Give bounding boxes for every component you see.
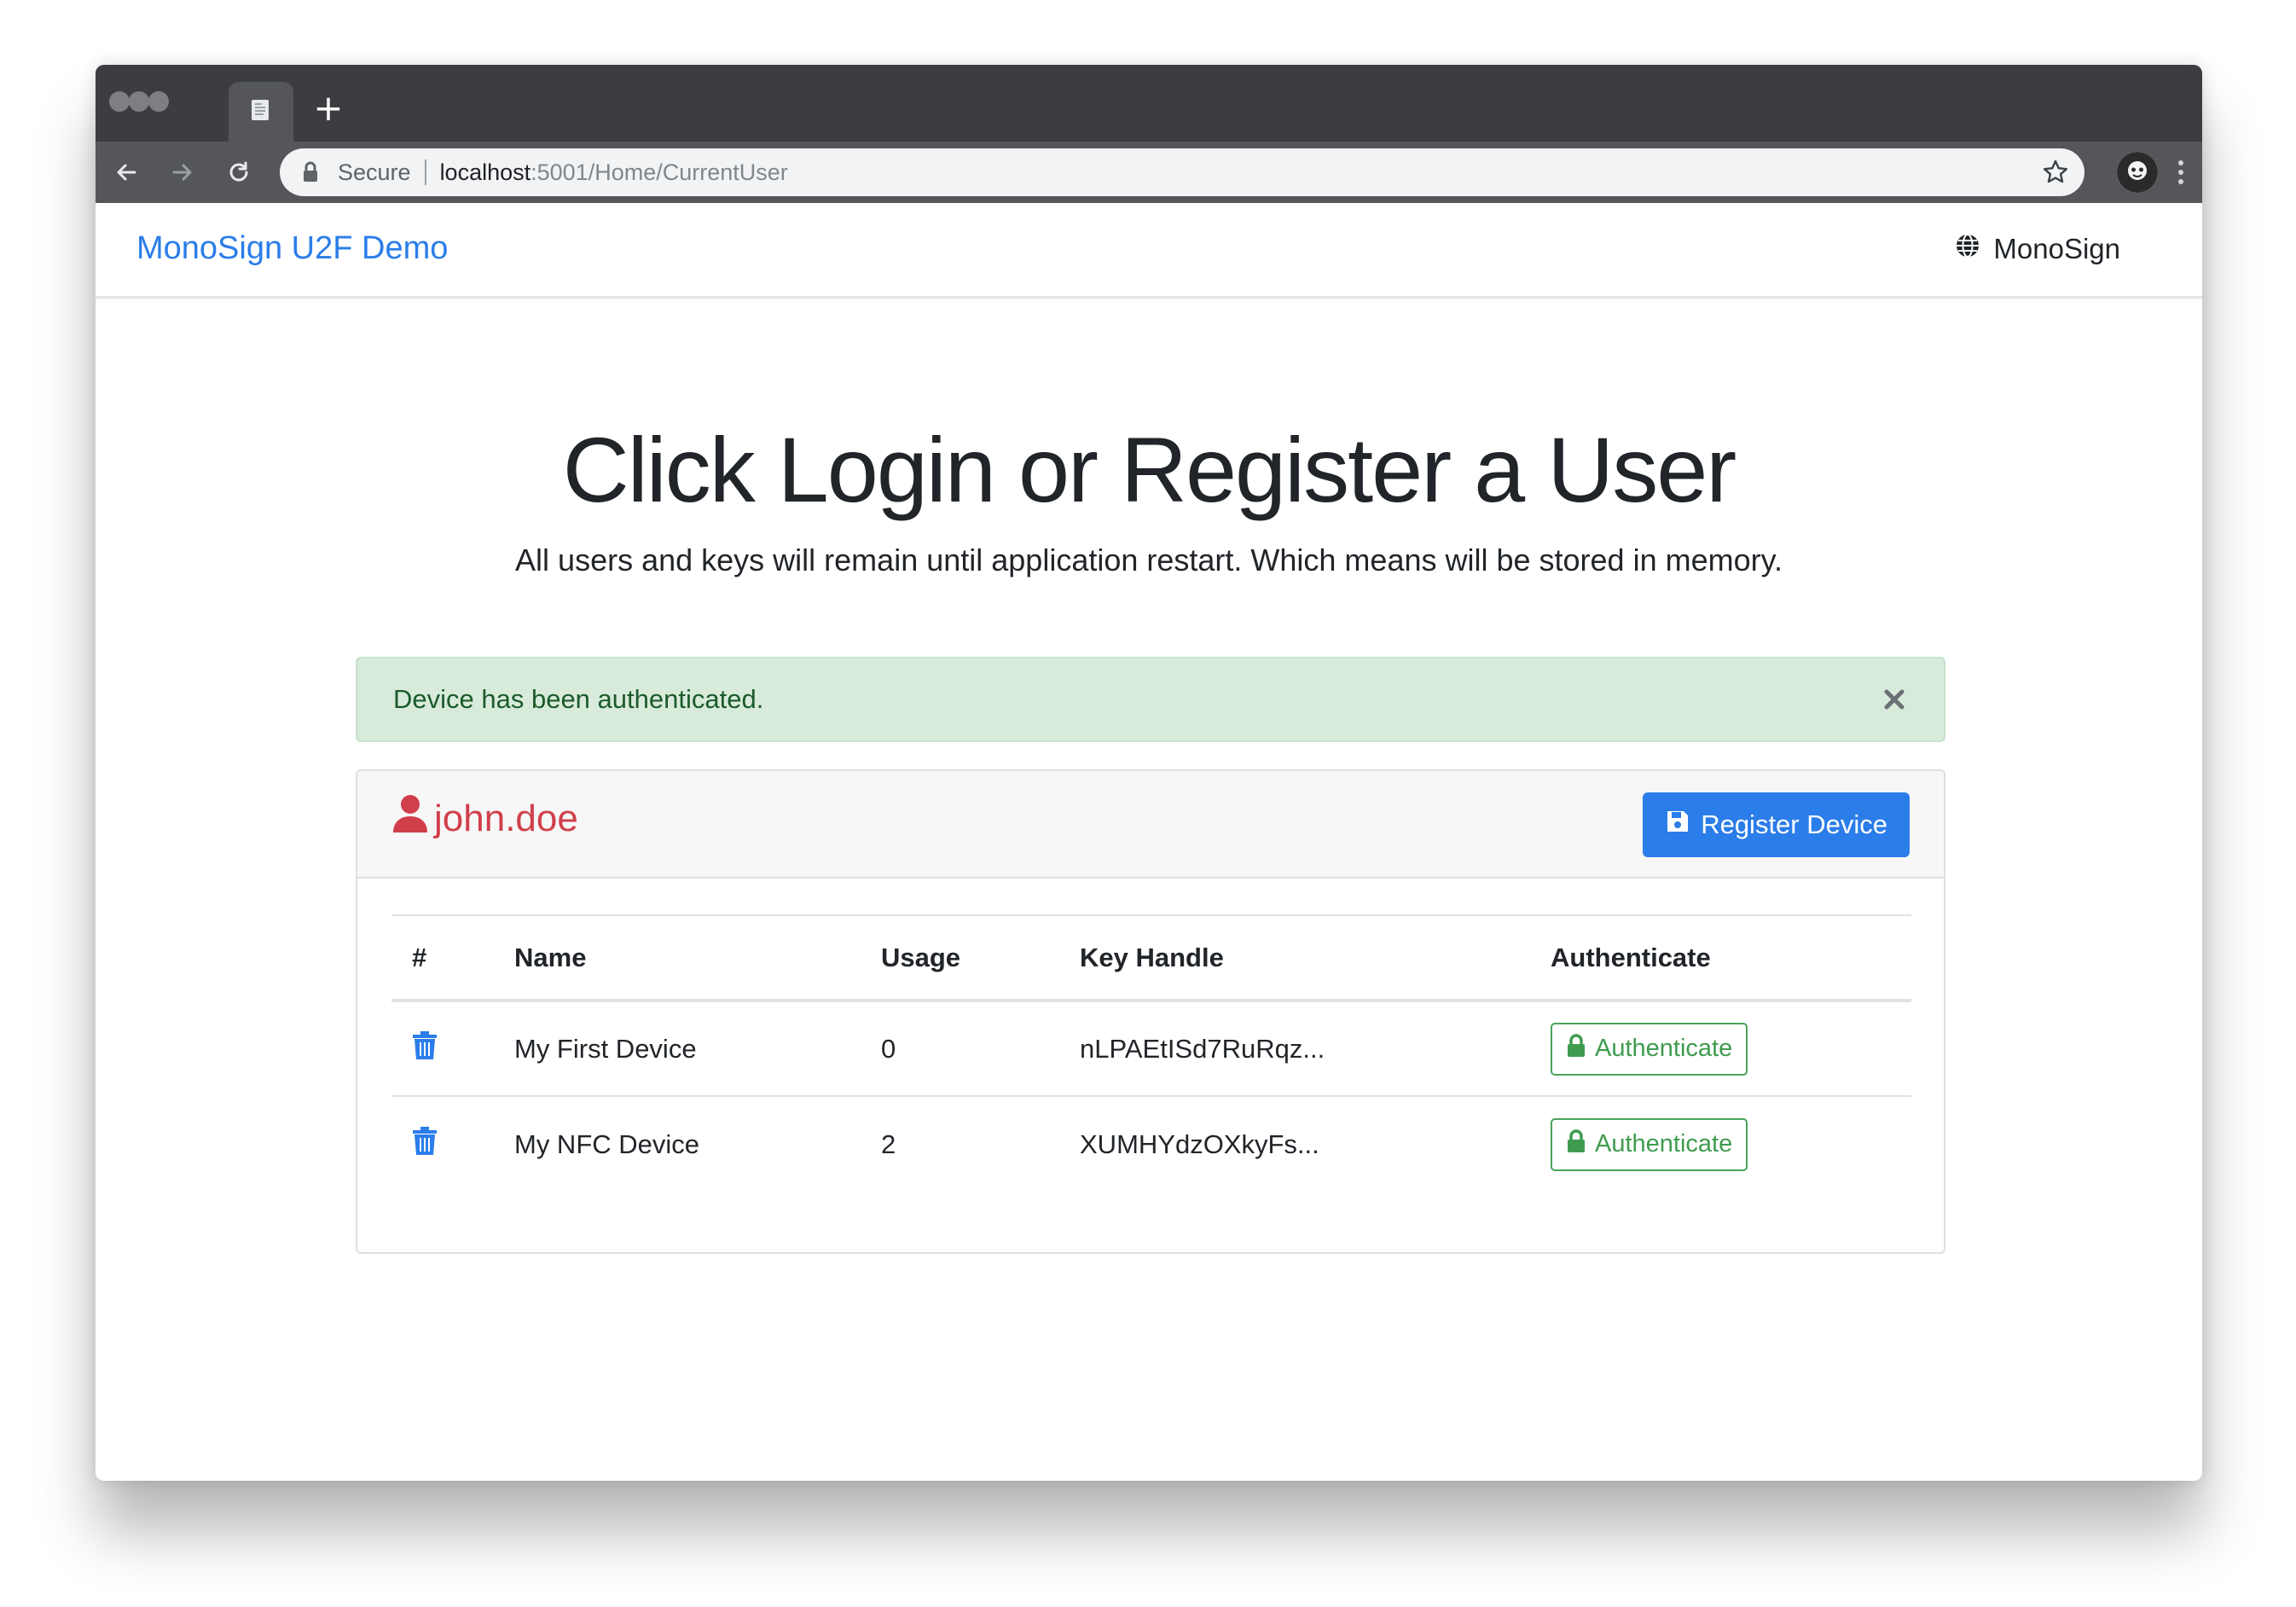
- secure-label: Secure: [338, 159, 411, 185]
- web-page: MonoSign U2F Demo MonoSign Click Login o…: [96, 203, 2202, 1481]
- authenticate-label: Authenticate: [1595, 1130, 1733, 1157]
- lock-icon: [1566, 1033, 1586, 1065]
- trash-icon[interactable]: [412, 1126, 439, 1157]
- lock-icon: [302, 160, 321, 184]
- reload-icon: [229, 161, 248, 182]
- save-icon: [1665, 809, 1690, 841]
- forward-button[interactable]: [164, 154, 201, 191]
- page-subtitle: All users and keys will remain until app…: [515, 542, 1783, 577]
- browser-tab[interactable]: [229, 82, 293, 142]
- header-usage: Usage: [881, 914, 1080, 1002]
- plus-icon: +: [313, 87, 344, 129]
- user-card: john.doe Register Device # Name Usage Ke…: [356, 769, 1945, 1254]
- device-key-handle: nLPAEtISd7RuRqz...: [1080, 1001, 1551, 1097]
- row-auth-cell: Authenticate: [1551, 1096, 1911, 1192]
- authenticate-label: Authenticate: [1595, 1035, 1733, 1062]
- maximize-window-button[interactable]: [148, 91, 169, 112]
- address-bar[interactable]: Secure localhost:5001/Home/CurrentUser: [280, 148, 2084, 196]
- register-device-button[interactable]: Register Device: [1643, 792, 1910, 857]
- card-header: john.doe Register Device: [357, 771, 1944, 879]
- header-name: Name: [514, 914, 881, 1002]
- browser-toolbar: Secure localhost:5001/Home/CurrentUser: [96, 142, 2202, 203]
- devices-table: # Name Usage Key Handle Authenticate My …: [391, 914, 1911, 1192]
- authenticate-button[interactable]: Authenticate: [1551, 1022, 1748, 1076]
- success-alert: Device has been authenticated.: [356, 657, 1945, 742]
- url-path: :5001/Home/CurrentUser: [531, 159, 788, 185]
- table-row: My NFC Device 2 XUMHYdzOXkyFs... Authent…: [391, 1096, 1911, 1192]
- table-row: My First Device 0 nLPAEtISd7RuRqz... Aut…: [391, 1001, 1911, 1097]
- url-separator: [424, 160, 426, 185]
- device-name: My NFC Device: [514, 1128, 700, 1159]
- profile-avatar-icon[interactable]: [2117, 152, 2158, 193]
- forward-arrow-icon: [172, 164, 192, 181]
- close-icon[interactable]: [1881, 686, 1908, 713]
- back-arrow-icon: [117, 164, 136, 181]
- authenticate-button[interactable]: Authenticate: [1551, 1117, 1748, 1171]
- more-menu-icon[interactable]: [2168, 154, 2194, 191]
- url-host: localhost: [439, 159, 531, 185]
- trash-icon[interactable]: [412, 1030, 439, 1062]
- device-key-handle: XUMHYdzOXkyFs...: [1080, 1128, 1319, 1159]
- user-icon: [391, 793, 429, 844]
- alert-message: Device has been authenticated.: [393, 684, 764, 714]
- header-hash: #: [391, 914, 514, 1002]
- browser-window: + Secure localhost:5001/Home/CurrentUser: [96, 65, 2202, 1481]
- close-window-button[interactable]: [109, 91, 130, 112]
- device-usage: 2: [881, 1128, 896, 1159]
- username: john.doe: [434, 797, 578, 839]
- row-auth-cell: Authenticate: [1551, 1001, 1911, 1097]
- tab-strip: +: [96, 65, 2202, 142]
- device-usage: 0: [881, 1001, 1080, 1097]
- header-key-handle: Key Handle: [1080, 914, 1551, 1002]
- lock-icon: [1566, 1128, 1586, 1160]
- reload-button[interactable]: [220, 154, 258, 191]
- back-button[interactable]: [107, 154, 145, 191]
- page-icon: [247, 96, 275, 128]
- username-heading: john.doe: [391, 793, 578, 844]
- table-header-row: # Name Usage Key Handle Authenticate: [391, 914, 1911, 1002]
- site-navbar: MonoSign U2F Demo MonoSign: [96, 203, 2202, 299]
- minimize-window-button[interactable]: [129, 91, 149, 112]
- page-title: Click Login or Register a User: [562, 418, 1737, 521]
- star-icon[interactable]: [2042, 159, 2069, 186]
- register-device-label: Register Device: [1701, 809, 1887, 839]
- header-authenticate: Authenticate: [1551, 914, 1911, 1002]
- row-delete-cell: [391, 1001, 514, 1097]
- monosign-link[interactable]: MonoSign: [1954, 232, 2120, 266]
- device-name: My First Device: [514, 1001, 881, 1097]
- globe-icon: [1954, 232, 1981, 266]
- row-delete-cell: [391, 1096, 514, 1192]
- monosign-label: MonoSign: [1993, 233, 2120, 264]
- brand-link[interactable]: MonoSign U2F Demo: [136, 230, 448, 267]
- new-tab-button[interactable]: +: [309, 89, 348, 128]
